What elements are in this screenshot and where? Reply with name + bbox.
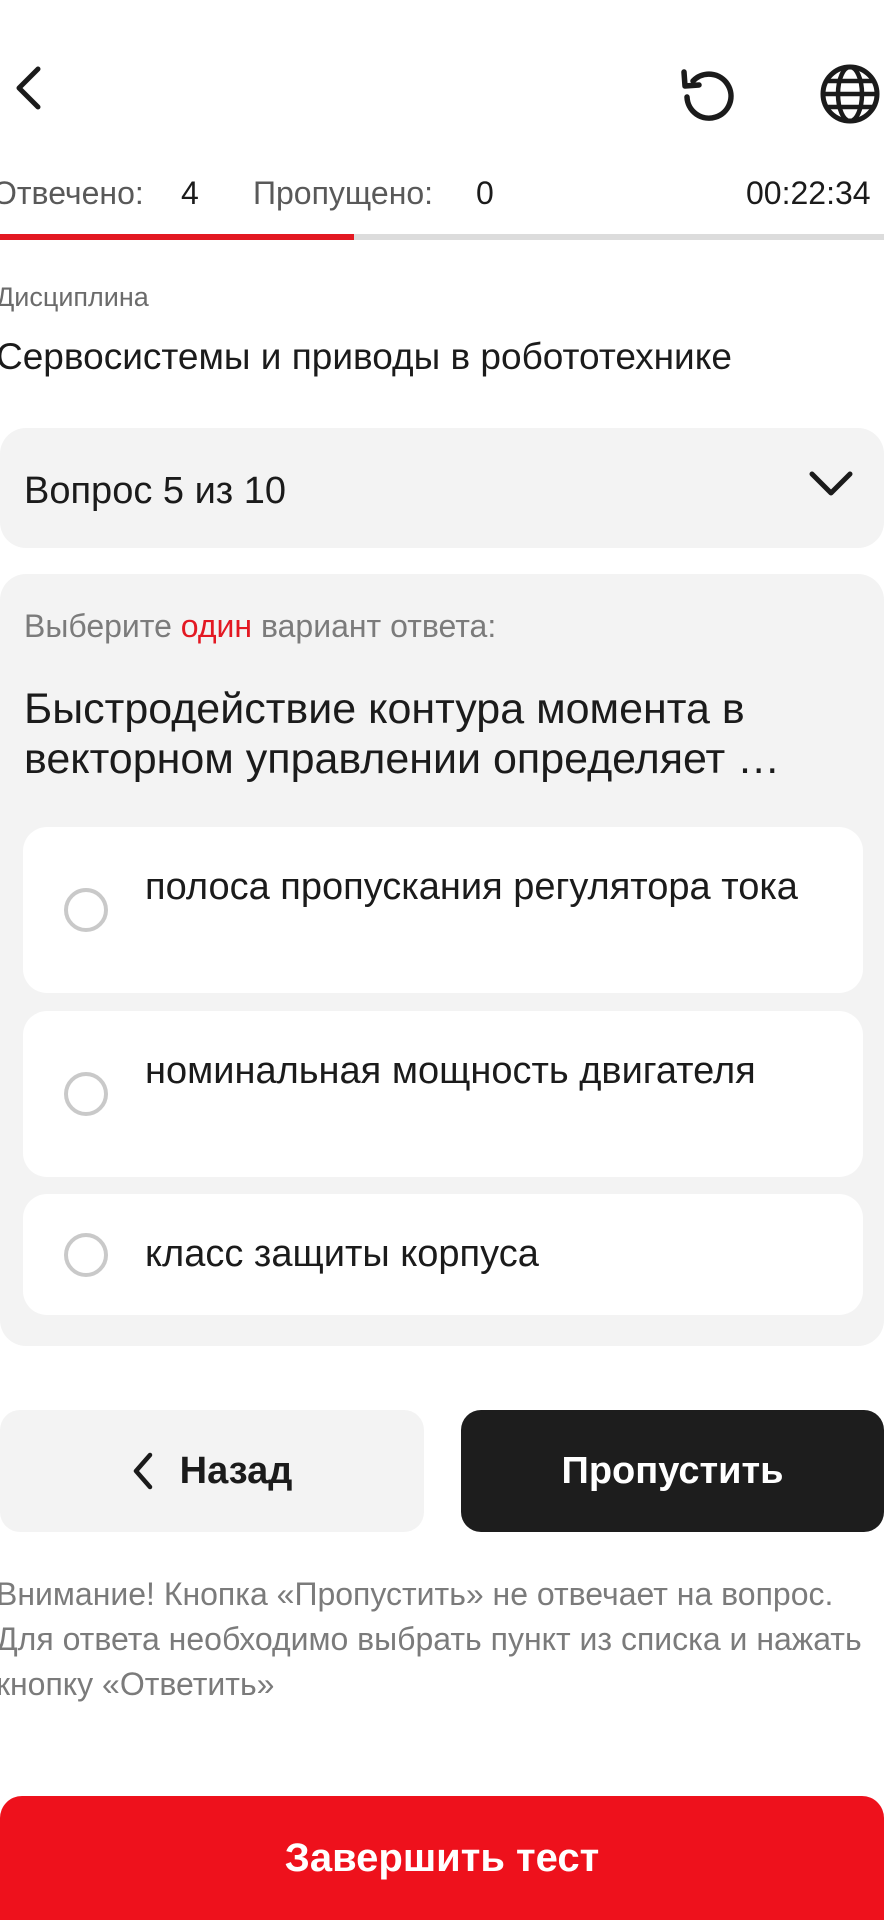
progress-bar bbox=[0, 234, 884, 240]
finish-test-label: Завершить тест bbox=[284, 1835, 600, 1880]
question-selector-dropdown[interactable]: Вопрос 5 из 10 bbox=[0, 428, 884, 548]
radio-button[interactable] bbox=[64, 888, 108, 932]
skip-notice: Внимание! Кнопка «Пропустить» не отвечае… bbox=[0, 1576, 862, 1702]
answer-instruction: Выберите один вариант ответа: bbox=[24, 606, 496, 646]
chevron-left-icon bbox=[16, 66, 41, 110]
radio-button[interactable] bbox=[64, 1233, 108, 1277]
skip-button[interactable]: Пропустить bbox=[461, 1410, 884, 1532]
skipped-count: 0 bbox=[476, 175, 494, 211]
instruction-accent: один bbox=[180, 608, 253, 644]
answer-option[interactable]: класс защиты корпуса bbox=[23, 1194, 863, 1315]
language-button[interactable] bbox=[816, 60, 884, 128]
restart-icon bbox=[681, 69, 734, 121]
question-selector-label: Вопрос 5 из 10 bbox=[24, 470, 287, 512]
back-nav-button[interactable]: Назад bbox=[0, 1410, 424, 1532]
answer-option[interactable]: полоса пропускания регулятора тока bbox=[23, 827, 863, 993]
finish-test-button[interactable]: Завершить тест bbox=[0, 1796, 884, 1920]
answer-option[interactable]: номинальная мощность двигателя bbox=[23, 1011, 863, 1177]
back-button[interactable] bbox=[6, 62, 50, 114]
answered-label: Отвечено: bbox=[0, 175, 144, 211]
instruction-suffix: вариант ответа: bbox=[260, 608, 497, 644]
chevron-left-icon bbox=[133, 1452, 152, 1490]
discipline-name: Сервосистемы и приводы в робототехнике bbox=[0, 336, 732, 377]
answer-option-label: класс защиты корпуса bbox=[145, 1233, 539, 1275]
discipline-label: Дисциплина bbox=[0, 282, 149, 312]
question-text: Быстродействие контура момента в векторн… bbox=[24, 685, 781, 783]
timer: 00:22:34 bbox=[746, 175, 871, 211]
back-nav-label: Назад bbox=[179, 1449, 293, 1492]
answered-count: 4 bbox=[181, 175, 199, 211]
answer-option-label: полоса пропускания регулятора тока bbox=[145, 866, 798, 908]
restart-button[interactable] bbox=[672, 62, 746, 128]
skipped-label: Пропущено: bbox=[253, 175, 434, 211]
skip-button-label: Пропустить bbox=[561, 1449, 784, 1492]
answer-option-label: номинальная мощность двигателя bbox=[145, 1050, 756, 1092]
instruction-prefix: Выберите bbox=[24, 608, 172, 644]
radio-button[interactable] bbox=[64, 1072, 108, 1116]
chevron-down-icon bbox=[809, 471, 853, 496]
progress-fill bbox=[0, 234, 354, 240]
globe-icon bbox=[820, 64, 880, 124]
